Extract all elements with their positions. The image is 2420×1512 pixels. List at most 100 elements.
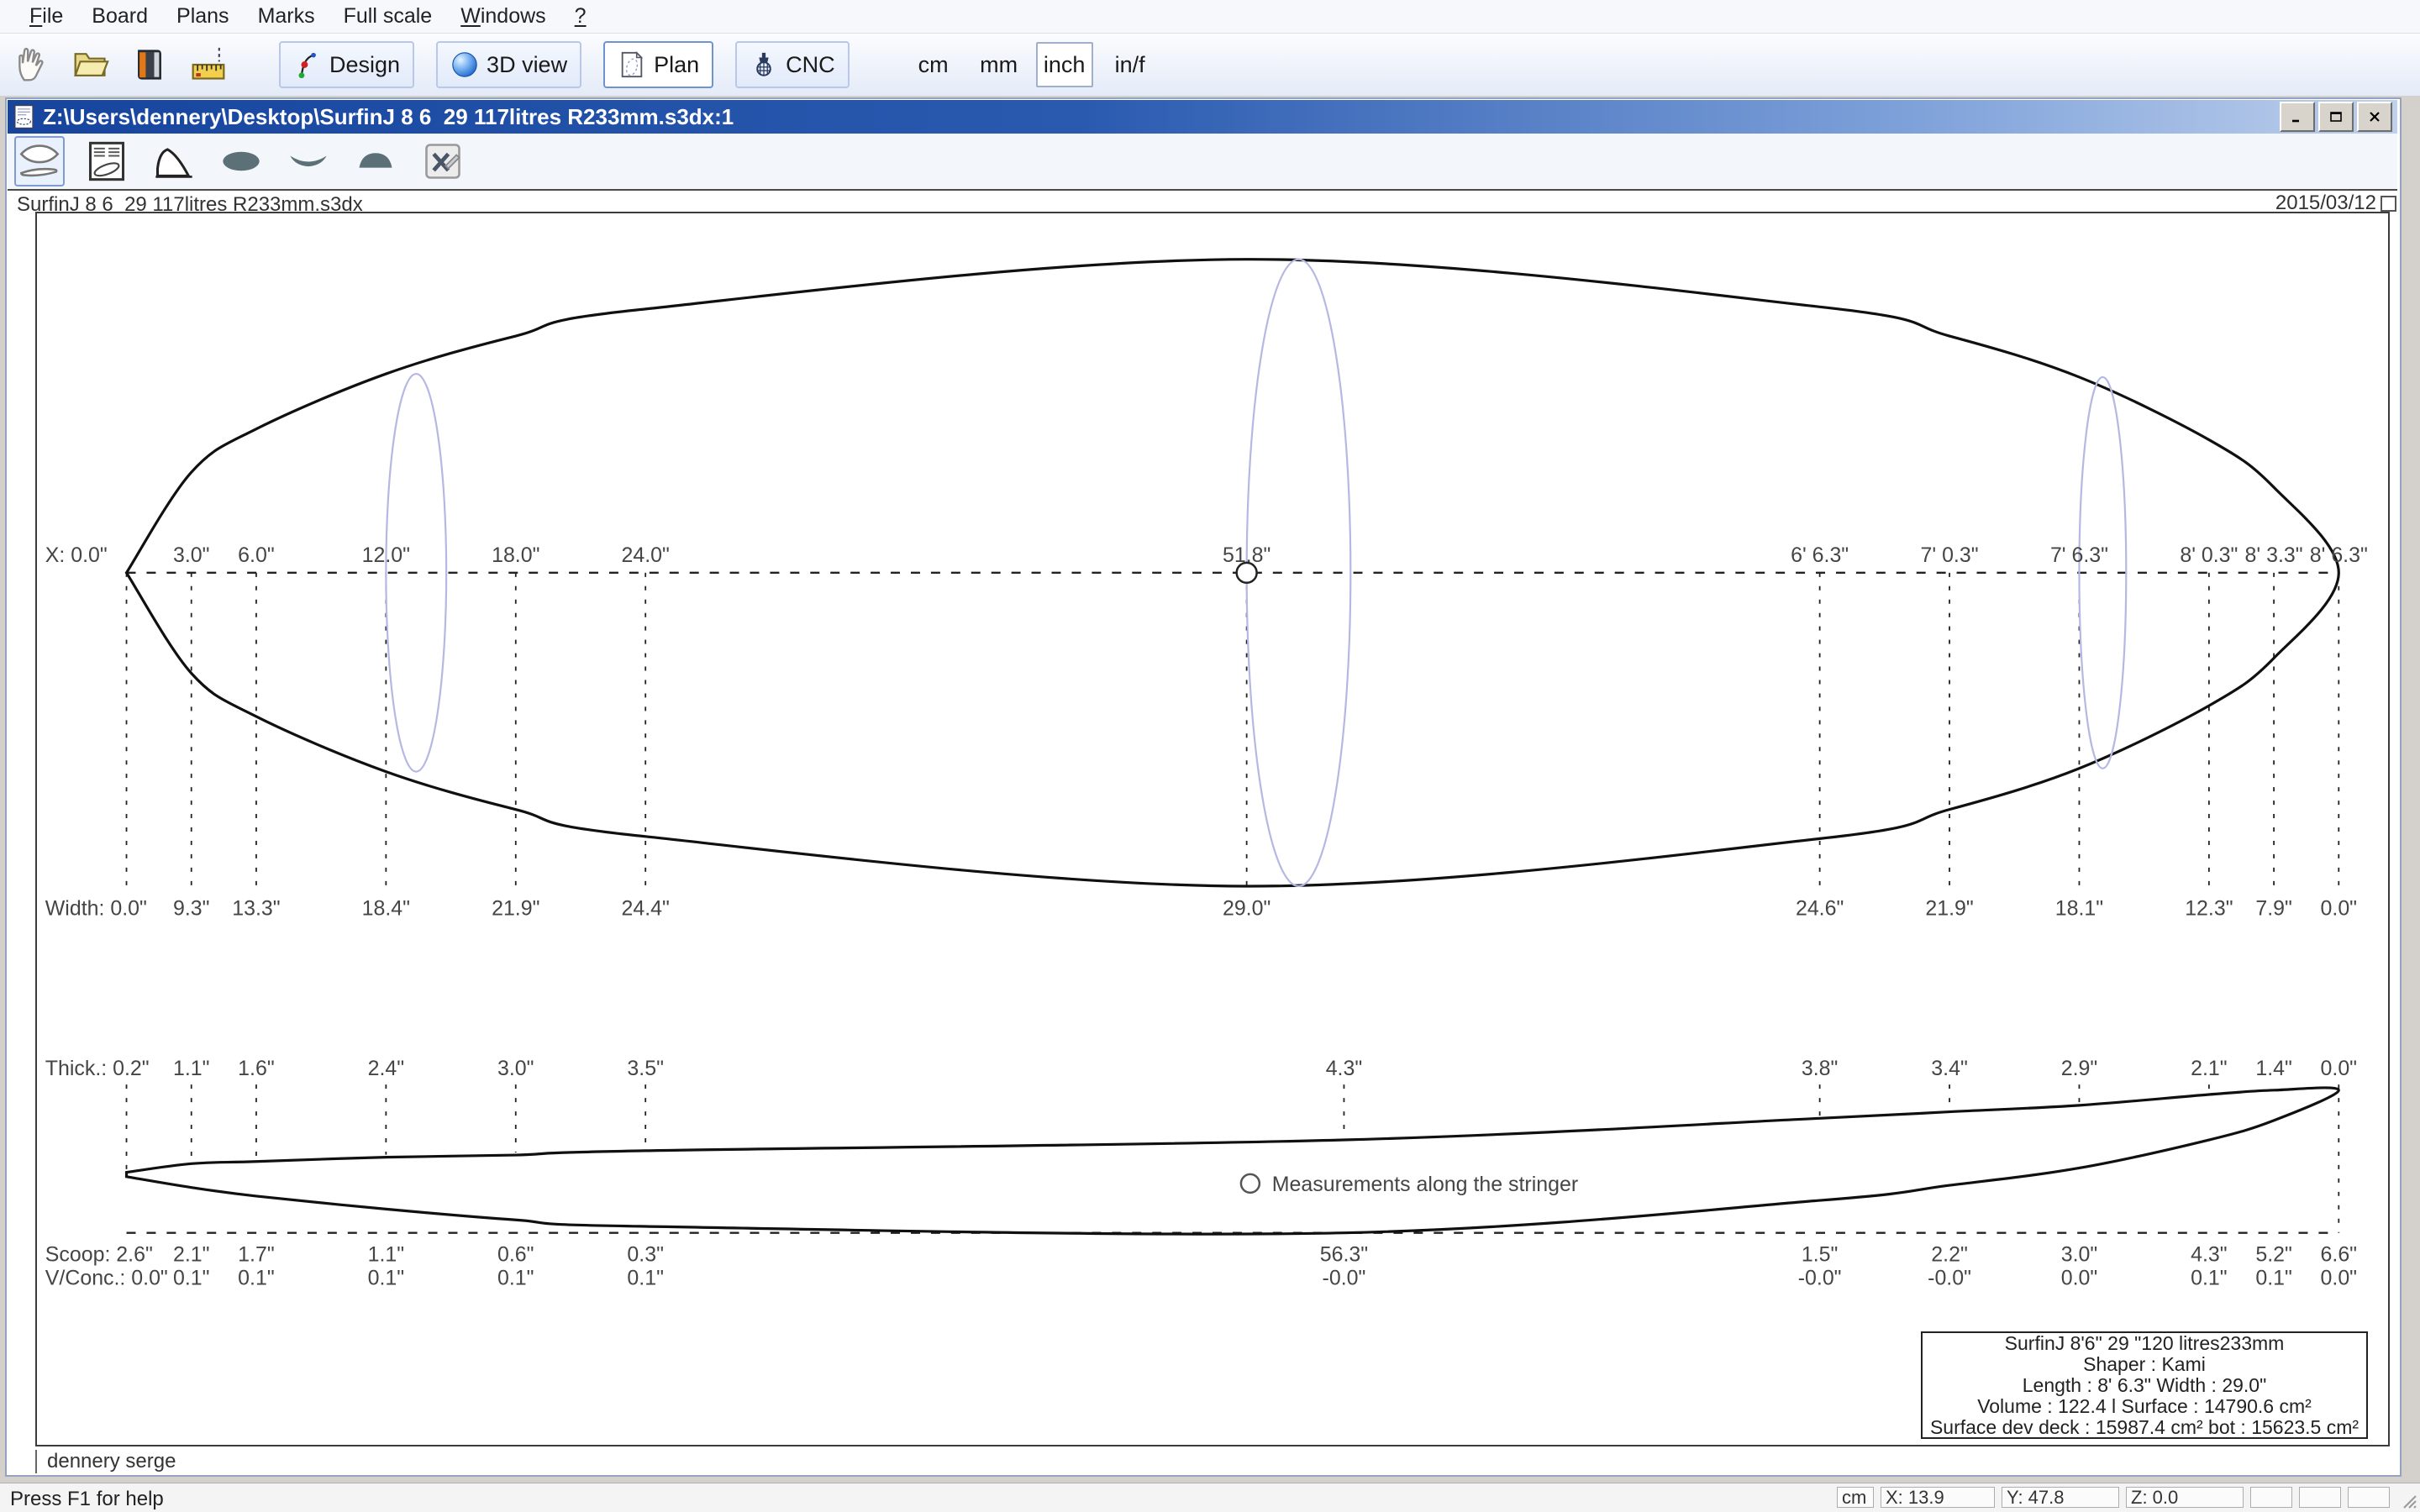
vconc-label-3: 0.1" [368, 1267, 405, 1290]
info-line-5: Surface dev deck : 15987.4 cm² bot : 156… [1930, 1417, 2359, 1438]
vconc-label-9: 0.0" [2061, 1267, 2098, 1290]
thick-label-7: 3.8" [1802, 1057, 1839, 1080]
file-tool-group [12, 45, 229, 85]
open-file-button[interactable] [71, 45, 111, 85]
outline-solid-icon [218, 139, 265, 183]
3d-view-icon [450, 50, 479, 79]
view-toolbar [8, 134, 2397, 191]
menu-item-plans[interactable]: Plans [162, 4, 244, 29]
x-label-0: X: 0.0" [45, 543, 108, 567]
info-line-2: Shaper : Kami [2083, 1354, 2206, 1375]
cnc-icon [750, 50, 778, 79]
x-label-9: 7' 6.3" [2050, 543, 2108, 567]
hand-icon [13, 46, 50, 83]
design-button-label: Design [329, 52, 400, 78]
drawing-area[interactable]: X: 0.0"3.0"6.0"12.0"18.0"24.0"51.8"6' 6.… [35, 212, 2390, 1446]
status-cell-unit: cm [1837, 1487, 1874, 1508]
excel-export-icon [421, 139, 465, 183]
vconc-label-6: -0.0" [1323, 1267, 1366, 1290]
x-label-6: 51.8" [1223, 543, 1270, 567]
menu-item-file[interactable]: File [15, 4, 77, 29]
rocker-view-button[interactable] [283, 136, 334, 186]
document-title: Z:\Users\dennery\Desktop\SurfinJ 8 6 29 … [43, 104, 2280, 130]
measure-tool-button[interactable] [188, 45, 229, 85]
unit-inf-button[interactable]: in/f [1102, 42, 1159, 87]
vconc-label-2: 0.1" [238, 1267, 275, 1290]
status-cell-x: X: 13.9 [1881, 1487, 1995, 1508]
menu-item-board[interactable]: Board [77, 4, 162, 29]
author-bar: dennery serge [35, 1450, 2390, 1473]
unit-cm-button[interactable]: cm [905, 42, 962, 87]
menu-bar: FileBoardPlansMarksFull scaleWindows? [0, 0, 2420, 34]
3d-view-button[interactable]: 3D view [436, 41, 581, 88]
width-label-12: 0.0" [2321, 897, 2358, 921]
width-label-10: 12.3" [2185, 897, 2233, 921]
menu-item-help[interactable]: ? [560, 4, 601, 29]
board-info-box: SurfinJ 8'6" 29 "120 litres233mmShaper :… [1921, 1331, 2368, 1439]
board-profile-side [127, 1088, 2339, 1234]
maximize-button[interactable] [2318, 102, 2354, 132]
author-name: dennery serge [47, 1450, 176, 1473]
foil-curve-button[interactable] [149, 136, 199, 186]
vconc-label-1: 0.1" [173, 1267, 210, 1290]
hand-tool-button[interactable] [12, 45, 52, 85]
vconc-label-5: 0.1" [627, 1267, 664, 1290]
thick-label-6: 4.3" [1326, 1057, 1363, 1080]
width-label-8: 21.9" [1925, 897, 1973, 921]
width-label-0: Width: 0.0" [45, 897, 147, 921]
width-label-5: 24.4" [622, 897, 670, 921]
close-button[interactable] [2357, 102, 2392, 132]
resize-grip[interactable] [2397, 1489, 2417, 1509]
menu-item-full-scale[interactable]: Full scale [329, 4, 447, 29]
width-label-7: 24.6" [1796, 897, 1844, 921]
thick-label-9: 2.9" [2061, 1057, 2098, 1080]
thick-label-8: 3.4" [1931, 1057, 1968, 1080]
cnc-button[interactable]: CNC [735, 41, 850, 88]
view-mode-buttons: Design 3D view Plan CNC [279, 41, 850, 88]
spec-sheet-button[interactable] [82, 136, 132, 186]
width-label-2: 13.3" [232, 897, 280, 921]
thick-label-10: 2.1" [2191, 1057, 2228, 1080]
status-help: Press F1 for help [10, 1488, 164, 1511]
scoop-label-12: 6.6" [2321, 1243, 2358, 1267]
scoop-label-2: 1.7" [238, 1243, 275, 1267]
status-cell-extra3 [2348, 1487, 2390, 1508]
board-views-button[interactable] [14, 136, 65, 186]
unit-mm-button[interactable]: mm [971, 42, 1028, 87]
status-cell-y: Y: 47.8 [2002, 1487, 2119, 1508]
scoop-label-11: 5.2" [2255, 1243, 2292, 1267]
export-spreadsheet-button[interactable] [418, 136, 468, 186]
design-icon [293, 50, 322, 79]
width-label-9: 18.1" [2055, 897, 2103, 921]
window-controls [2280, 102, 2392, 132]
status-cell-z: Z: 0.0 [2126, 1487, 2244, 1508]
status-cell-extra1 [2250, 1487, 2292, 1508]
save-file-button[interactable] [129, 45, 170, 85]
thick-label-0: Thick.: 0.2" [45, 1057, 150, 1080]
document-icon [13, 103, 36, 130]
status-cell-extra2 [2299, 1487, 2341, 1508]
x-label-8: 7' 0.3" [1921, 543, 1979, 567]
document-titlebar[interactable]: Z:\Users\dennery\Desktop\SurfinJ 8 6 29 … [8, 100, 2397, 134]
slice-view-button[interactable] [350, 136, 401, 186]
scoop-label-9: 3.0" [2061, 1243, 2098, 1267]
design-button[interactable]: Design [279, 41, 414, 88]
vconc-label-10: 0.1" [2191, 1267, 2228, 1290]
minimize-button[interactable] [2280, 102, 2315, 132]
scoop-label-0: Scoop: 2.6" [45, 1243, 153, 1267]
x-label-2: 6.0" [238, 543, 275, 567]
thick-label-1: 1.1" [173, 1057, 210, 1080]
outline-view-button[interactable] [216, 136, 266, 186]
scoop-label-7: 1.5" [1802, 1243, 1839, 1267]
info-line-1: SurfinJ 8'6" 29 "120 litres233mm [2005, 1333, 2285, 1354]
scoop-label-5: 0.3" [627, 1243, 664, 1267]
menu-item-windows[interactable]: Windows [446, 4, 560, 29]
vconc-label-0: V/Conc.: 0.0" [45, 1267, 168, 1290]
plan-button[interactable]: Plan [603, 41, 713, 88]
spec-sheet-icon [85, 139, 129, 183]
info-line-3: Length : 8' 6.3" Width : 29.0" [2023, 1375, 2267, 1396]
vconc-label-4: 0.1" [497, 1267, 534, 1290]
menu-item-marks[interactable]: Marks [244, 4, 329, 29]
unit-inch-button[interactable]: inch [1036, 42, 1093, 87]
close-icon [2367, 110, 2382, 123]
